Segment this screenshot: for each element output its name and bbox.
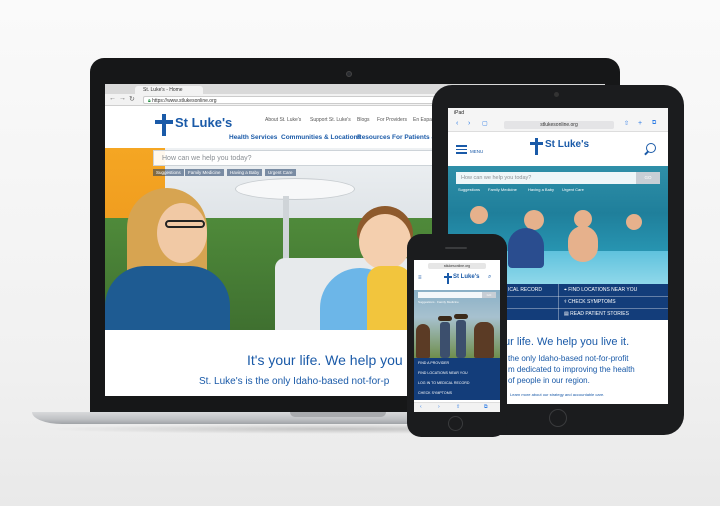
tablet-share-icon[interactable]: ⇧ xyxy=(624,120,629,127)
laptop-notch xyxy=(290,412,386,417)
phone-menu-icon[interactable]: ≡ xyxy=(418,275,422,281)
suggestions-label: Suggestions xyxy=(153,169,184,176)
tablet-body-line-1: the only Idaho-based not-for-profit xyxy=(508,354,629,363)
stethoscope-icon: ⚕ xyxy=(564,299,567,305)
laptop-camera xyxy=(346,71,352,77)
link-patient-stories-label: READ PATIENT STORIES xyxy=(570,311,629,317)
lock-icon: 🔒︎ xyxy=(148,98,151,104)
browser-tab[interactable]: St. Luke's - Home xyxy=(135,86,203,94)
suggestion-family-medicine[interactable]: Family Medicine xyxy=(488,187,517,192)
tablet-tabs-icon[interactable]: ⧉ xyxy=(652,120,656,127)
dentist-person xyxy=(157,203,207,263)
link-find-locations-label: FIND LOCATIONS NEAR YOU xyxy=(568,287,638,293)
utility-link-about[interactable]: About St. Luke's xyxy=(265,117,301,123)
link-medical-record[interactable]: LOG IN TO MEDICAL RECORD xyxy=(418,381,469,385)
suggestion-urgent-care[interactable]: Urgent Care xyxy=(562,187,584,192)
hero-subline: St. Luke's is the only Idaho-based not-f… xyxy=(199,376,390,387)
phone-home-button[interactable] xyxy=(448,416,463,431)
phone-quick-links: FIND A PROVIDER FIND LOCATIONS NEAR YOU … xyxy=(414,358,500,400)
hero-search-input[interactable]: How can we help you today? xyxy=(153,150,453,166)
tablet-back-icon[interactable]: ‹ xyxy=(456,120,458,127)
phone-share-icon[interactable]: ⇧ xyxy=(456,404,460,410)
forward-icon[interactable]: → xyxy=(119,95,126,102)
utility-link-blogs[interactable]: Blogs xyxy=(357,117,370,123)
tablet-bookmarks-icon[interactable]: ▢ xyxy=(482,120,488,127)
phone-url-field[interactable]: stlukesonline.org xyxy=(428,263,486,269)
tablet-camera xyxy=(554,92,559,97)
st-lukes-cross-icon[interactable] xyxy=(530,138,543,155)
logo-wordmark[interactable]: St Luke's xyxy=(175,115,232,130)
phone-search-input[interactable] xyxy=(418,292,482,298)
link-check-symptoms-label: CHECK SYMPTOMS xyxy=(568,299,616,305)
phone-tabs-icon[interactable]: ⧉ xyxy=(484,404,488,410)
st-lukes-cross-icon[interactable] xyxy=(155,114,173,136)
phone-forward-icon[interactable]: › xyxy=(438,404,440,410)
tablet-new-tab-icon[interactable]: + xyxy=(638,120,642,127)
link-patient-stories[interactable]: ▤ READ PATIENT STORIES xyxy=(564,311,629,317)
link-medical-record[interactable]: ICAL RECORD xyxy=(508,287,542,293)
hamburger-menu-icon[interactable] xyxy=(456,145,467,156)
phone-speaker xyxy=(445,247,467,249)
tablet-forward-icon[interactable]: › xyxy=(468,120,470,127)
link-find-locations[interactable]: FIND LOCATIONS NEAR YOU xyxy=(418,371,468,375)
phone-search-button[interactable]: GO xyxy=(482,292,496,298)
suggestion-having-baby[interactable]: Having a Baby xyxy=(528,187,554,192)
dental-lamp xyxy=(235,178,355,200)
logo-wordmark[interactable]: St Luke's xyxy=(453,274,479,280)
child-patient xyxy=(359,214,411,270)
logo-wordmark[interactable]: St Luke's xyxy=(545,139,589,150)
suggestions-label: Suggestions xyxy=(458,187,481,192)
location-pin-icon: ⌖ xyxy=(564,287,567,293)
suggestion-urgent-care[interactable]: Urgent Care xyxy=(265,169,296,176)
book-icon: ▤ xyxy=(564,311,569,317)
tablet-search-input[interactable]: How can we help you today? xyxy=(456,172,648,184)
utility-link-providers[interactable]: For Providers xyxy=(377,117,407,123)
url-text: https://www.stlukesonline.org xyxy=(152,98,217,104)
st-lukes-cross-icon[interactable] xyxy=(444,273,452,284)
learn-more-link[interactable]: Learn more about our strategy and accoun… xyxy=(510,392,604,397)
tablet-search-button[interactable]: GO xyxy=(636,172,660,184)
tablet-tagline: ur life. We help you live it. xyxy=(504,336,630,348)
phone-back-icon[interactable]: ‹ xyxy=(420,404,422,410)
menu-label[interactable]: MENU xyxy=(470,149,483,154)
nav-health-services[interactable]: Health Services xyxy=(229,134,277,141)
phone-suggestions[interactable]: Suggestions · Family Medicine xyxy=(418,300,459,304)
suggestion-family-medicine[interactable]: Family Medicine xyxy=(185,169,224,176)
tablet-body-line-3: of people in our region. xyxy=(508,376,590,385)
link-find-provider[interactable]: FIND A PROVIDER xyxy=(418,361,449,365)
link-find-locations[interactable]: ⌖ FIND LOCATIONS NEAR YOU xyxy=(564,287,637,293)
tablet-status-bar: iPad xyxy=(448,108,668,118)
link-check-symptoms[interactable]: CHECK SYMPTOMS xyxy=(418,391,452,395)
link-check-symptoms[interactable]: ⚕ CHECK SYMPTOMS xyxy=(564,299,616,305)
back-icon[interactable]: ← xyxy=(109,95,116,102)
phone-search-icon[interactable]: ⌕ xyxy=(488,274,491,281)
tablet-home-button[interactable] xyxy=(549,409,567,427)
reload-icon[interactable]: ↻ xyxy=(129,95,135,103)
suggestion-having-baby[interactable]: Having a Baby xyxy=(227,169,263,176)
tablet-url-field[interactable]: stlukesonline.org xyxy=(504,121,614,129)
utility-link-support[interactable]: Support St. Luke's xyxy=(310,117,351,123)
phone-screen: stlukesonline.org ≡ St Luke's ⌕ GO Sugge… xyxy=(414,260,500,412)
hero-tagline: It's your life. We help you xyxy=(247,352,403,368)
nav-communities-locations[interactable]: Communities & Locations xyxy=(281,134,361,141)
tablet-body-line-2: m dedicated to improving the health xyxy=(508,365,635,374)
